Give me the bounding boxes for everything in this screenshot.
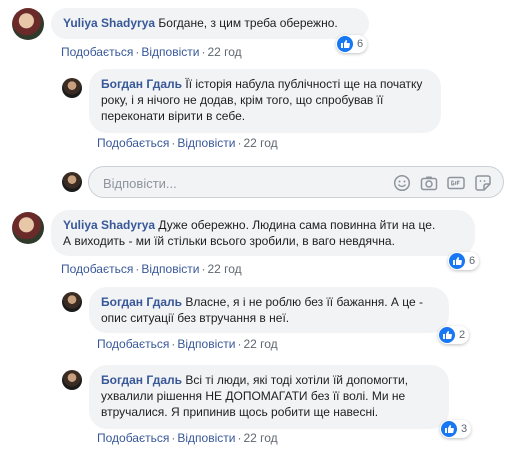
comment-text-line: Власне, я і не роблю без її бажання. А ц… (185, 295, 423, 309)
like-icon (441, 421, 457, 437)
like-link[interactable]: Подобається (61, 262, 133, 276)
comment-author[interactable]: Богдан Гдаль (101, 295, 182, 309)
comment-bubble: Yuliya Shadyrya Дуже обережно. Людина са… (51, 210, 475, 256)
comment-bubble: Богдан Гдаль Її історія набула публічнос… (89, 69, 441, 133)
reply-input[interactable] (101, 173, 365, 193)
comment-text-line: втручалися. Я припинив щось робити ще на… (101, 405, 379, 419)
like-link[interactable]: Подобається (97, 431, 169, 445)
comment-actions: Подобається · Відповісти · 22 год (97, 431, 278, 445)
comment-text-line: А виходить - ми їй стільки всього зробил… (63, 234, 395, 248)
comment-text-line: ухвалили рішення НЕ ДОПОМАГАТИ без її во… (101, 389, 406, 403)
comment-text-line: Її історія набула публічності ще на поча… (185, 77, 423, 91)
gif-icon[interactable] (447, 174, 465, 192)
comment-author[interactable]: Богдан Гдаль (101, 77, 182, 91)
comment-actions: Подобається · Відповісти · 22 год (61, 45, 242, 59)
like-link[interactable]: Подобається (97, 136, 169, 150)
comment-author[interactable]: Богдан Гдаль (101, 373, 182, 387)
timestamp[interactable]: 22 год (243, 337, 277, 351)
like-icon (449, 253, 465, 269)
camera-icon[interactable] (420, 174, 438, 192)
comment-text-line: року, і я нічого не додав, крім того, що… (101, 93, 384, 107)
comment-text-line: Дуже обережно. Людина сама повинна йти н… (158, 218, 436, 232)
comment-bubble: Yuliya Shadyrya Богдане, з цим треба обе… (51, 8, 369, 39)
like-link[interactable]: Подобається (97, 337, 169, 351)
comment-actions: Подобається · Відповісти · 22 год (61, 262, 242, 276)
avatar[interactable] (12, 212, 44, 244)
comment-bubble: Богдан Гдаль Всі ті люди, які тоді хотіл… (89, 365, 449, 429)
comment-actions: Подобається · Відповісти · 22 год (97, 136, 278, 150)
reaction-count[interactable]: 3 (440, 420, 472, 438)
comment-text: Богдане, з цим треба обережно. (158, 16, 338, 30)
emoji-icon[interactable] (393, 174, 411, 192)
comment-author[interactable]: Yuliya Shadyrya (63, 16, 155, 30)
reply-link[interactable]: Відповісти (141, 45, 199, 59)
avatar[interactable] (12, 8, 44, 40)
reply-box[interactable] (88, 166, 504, 198)
comment-text-line: Всі ті люди, які тоді хотіли їй допомогт… (185, 373, 409, 387)
like-icon (337, 36, 353, 52)
reaction-count[interactable]: 6 (336, 35, 368, 53)
reply-link[interactable]: Відповісти (177, 136, 235, 150)
reply-link[interactable]: Відповісти (177, 431, 235, 445)
comment-actions: Подобається · Відповісти · 22 год (97, 337, 278, 351)
timestamp[interactable]: 22 год (207, 45, 241, 59)
like-icon (439, 327, 455, 343)
avatar[interactable] (62, 370, 82, 390)
avatar[interactable] (62, 292, 82, 312)
reaction-count[interactable]: 2 (438, 326, 470, 344)
like-link[interactable]: Подобається (61, 45, 133, 59)
comment-author[interactable]: Yuliya Shadyrya (63, 218, 155, 232)
sticker-icon[interactable] (474, 174, 492, 192)
timestamp[interactable]: 22 год (243, 431, 277, 445)
comment-bubble: Богдан Гдаль Власне, я і не роблю без її… (89, 287, 449, 333)
avatar[interactable] (62, 78, 82, 98)
reply-link[interactable]: Відповісти (177, 337, 235, 351)
comment-text-line: опис ситуації без втручання в неї. (101, 311, 290, 325)
reply-link[interactable]: Відповісти (141, 262, 199, 276)
comment-text-line: переконати вірити в себе. (101, 109, 246, 123)
reaction-count[interactable]: 6 (448, 252, 480, 270)
timestamp[interactable]: 22 год (207, 262, 241, 276)
timestamp[interactable]: 22 год (243, 136, 277, 150)
current-user-avatar (62, 172, 82, 192)
